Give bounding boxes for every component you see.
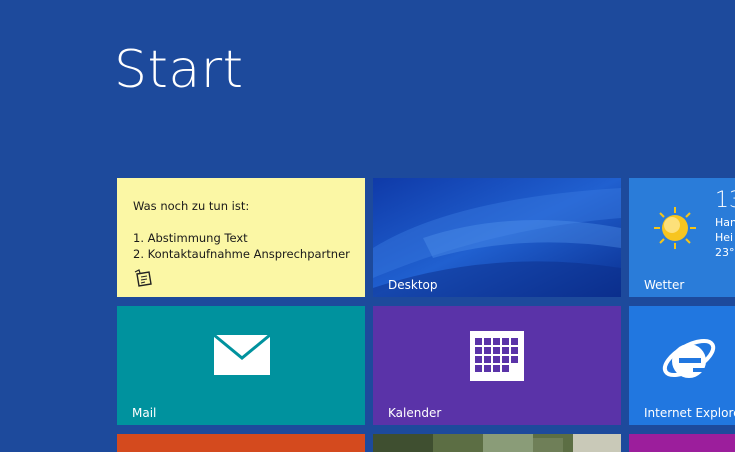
weather-condition: Hei bbox=[715, 231, 734, 244]
note-heading: Was noch zu tun ist: bbox=[133, 199, 250, 213]
tile-weather[interactable]: 13 Han Hei 23° Wetter bbox=[629, 178, 735, 297]
tile-label: Internet Explorer bbox=[644, 406, 735, 420]
photo-thumbnail bbox=[373, 434, 621, 452]
weather-temperature: 13 bbox=[715, 188, 735, 213]
tile-desktop[interactable]: Desktop bbox=[373, 178, 621, 297]
internet-explorer-icon bbox=[662, 338, 716, 378]
weather-range: 23° bbox=[715, 246, 735, 259]
weather-details: Han Hei 23° bbox=[715, 215, 735, 260]
tile-label: Mail bbox=[132, 406, 157, 420]
tile-partial-purple[interactable] bbox=[629, 434, 735, 452]
tile-mail[interactable]: Mail bbox=[117, 306, 365, 425]
tile-partial-orange[interactable] bbox=[117, 434, 365, 452]
sun-icon bbox=[654, 207, 696, 249]
tile-label: Kalender bbox=[388, 406, 442, 420]
page-title: Start bbox=[114, 40, 244, 100]
sticky-note-icon bbox=[134, 269, 152, 287]
note-line: 1. Abstimmung Text bbox=[133, 231, 248, 245]
tile-sticky-notes[interactable]: Was noch zu tun ist: 1. Abstimmung Text … bbox=[117, 178, 365, 297]
note-content: Was noch zu tun ist: 1. Abstimmung Text … bbox=[133, 198, 350, 262]
tile-internet-explorer[interactable]: Internet Explorer bbox=[629, 306, 735, 425]
tile-label: Desktop bbox=[388, 278, 438, 292]
envelope-icon bbox=[213, 334, 271, 375]
start-screen: Start Was noch zu tun ist: 1. Abstimmung… bbox=[0, 0, 735, 452]
tile-calendar[interactable]: Kalender bbox=[373, 306, 621, 425]
tile-partial-photos[interactable] bbox=[373, 434, 621, 452]
calendar-icon bbox=[470, 331, 524, 381]
note-line: 2. Kontaktaufnahme Ansprechpartner bbox=[133, 247, 350, 261]
weather-location: Han bbox=[715, 216, 735, 229]
tile-label: Wetter bbox=[644, 278, 685, 292]
